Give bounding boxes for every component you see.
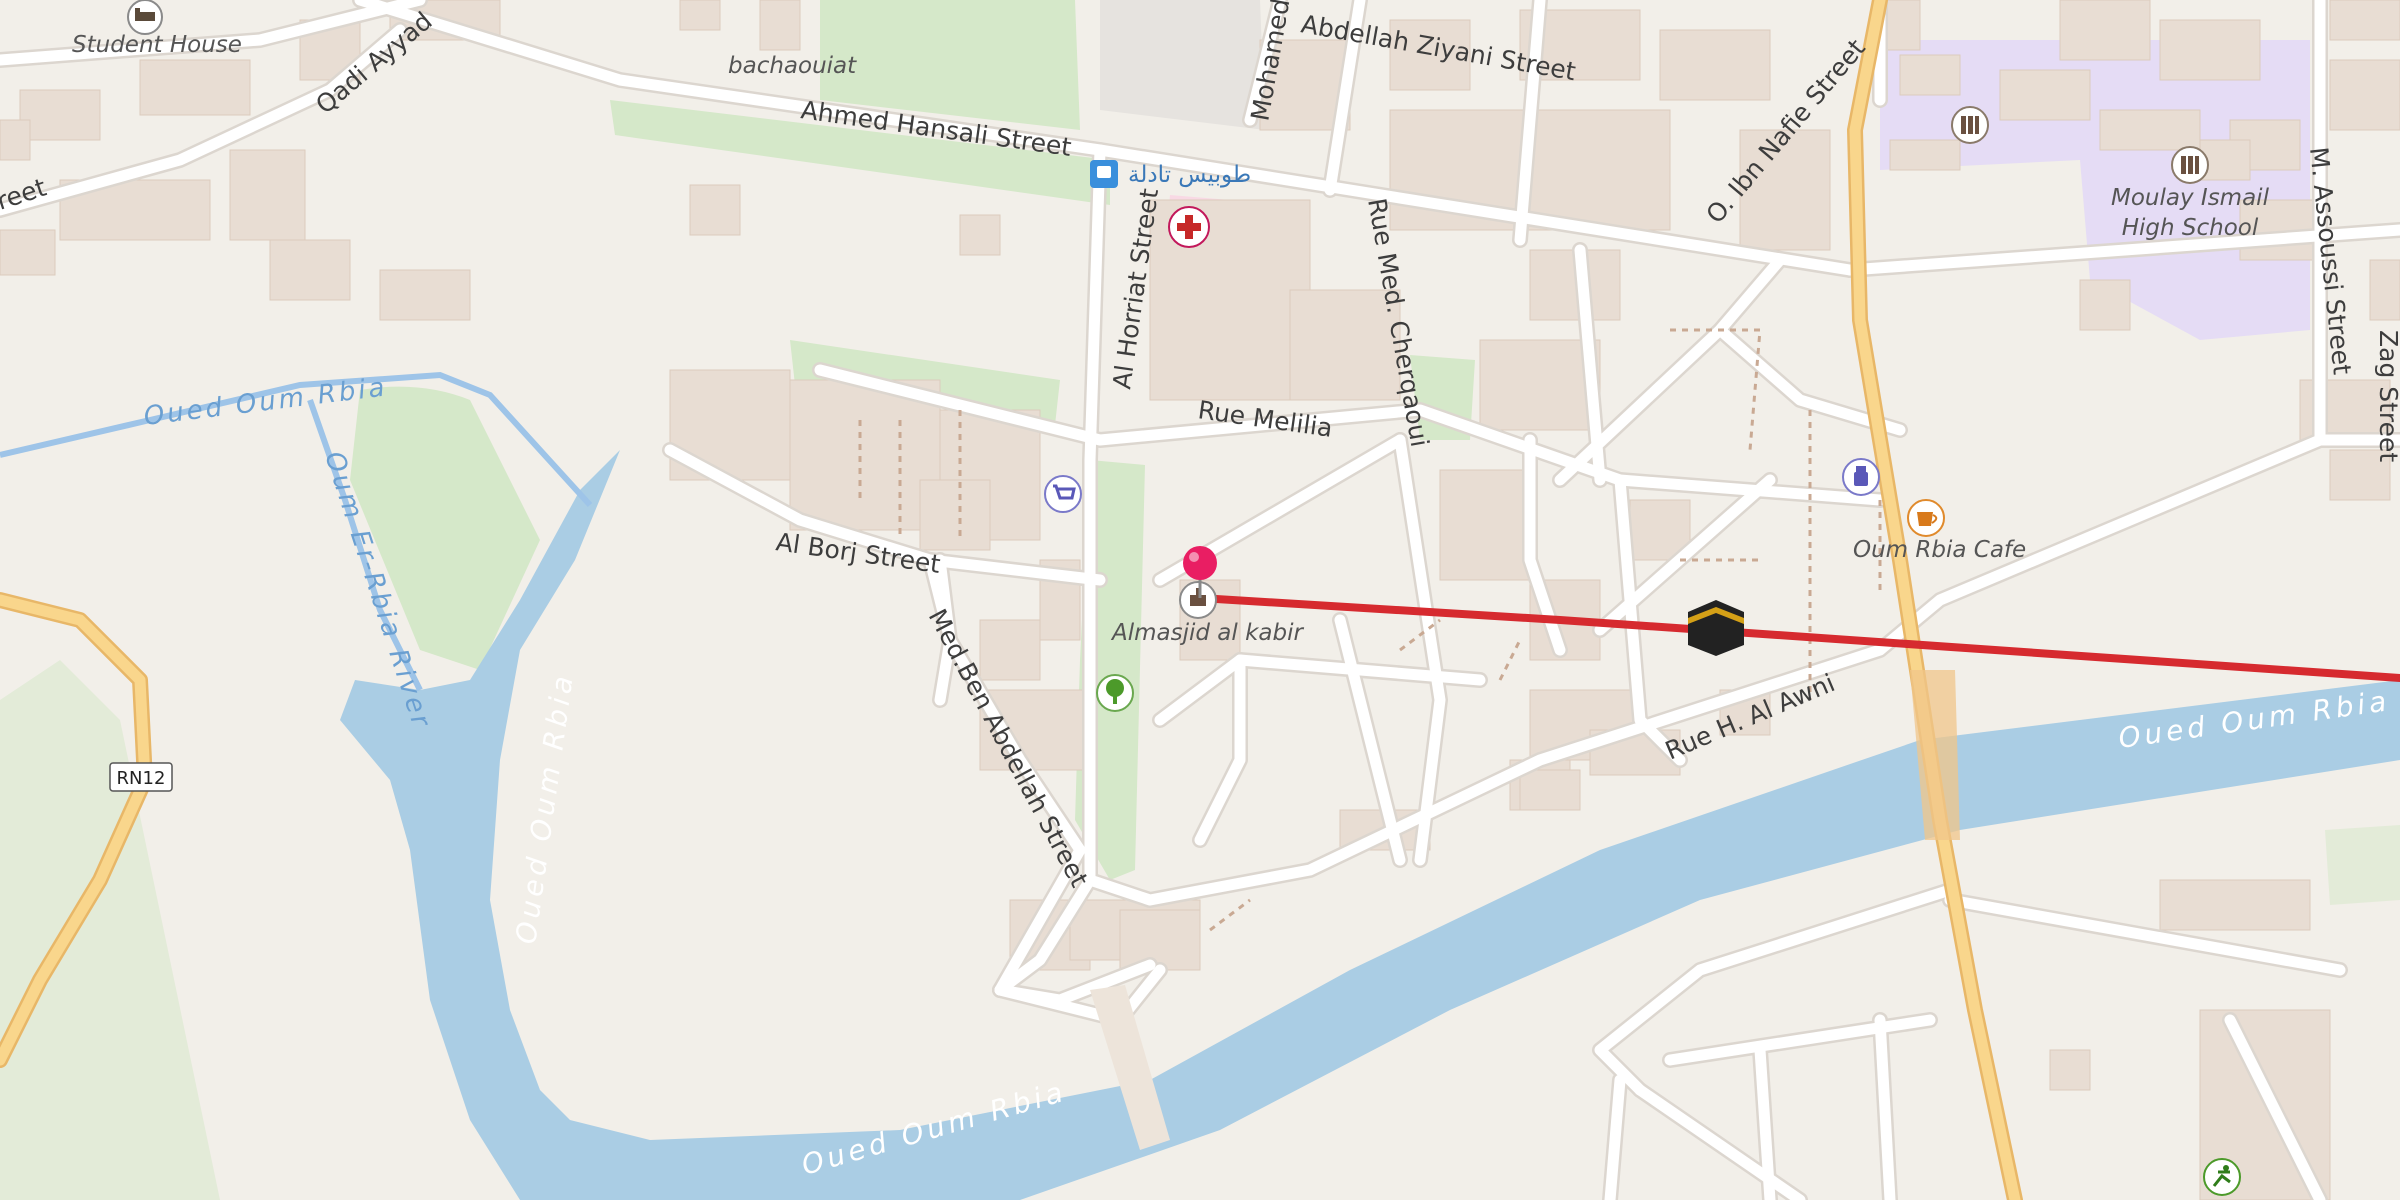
poi-label-student-house: Student House — [72, 32, 242, 58]
student-house-icon[interactable] — [127, 0, 163, 35]
school-icon-2[interactable] — [2171, 146, 2209, 184]
poi-label-oum-rbia-cafe: Oum Rbia Cafe — [1853, 537, 2026, 563]
bus-stop-icon[interactable] — [1090, 160, 1118, 188]
kaaba-icon[interactable] — [1688, 600, 1744, 656]
poi-label-bus-station: طوبيس تادلة — [1128, 162, 1251, 188]
map-canvas[interactable]: Ahmed Hansali Street Abdellah Ziyani Str… — [0, 0, 2400, 1200]
street-label-zag: Zag Street — [2374, 330, 2400, 462]
parking-area — [1100, 0, 1265, 130]
pharmacy-icon[interactable] — [1842, 458, 1880, 496]
poi-label-almasjid: Almasjid al kabir — [1110, 620, 1304, 646]
sports-icon[interactable] — [2203, 1158, 2241, 1196]
tree-icon[interactable] — [1096, 674, 1134, 712]
hospital-icon[interactable] — [1168, 206, 1210, 248]
school-icon-1[interactable] — [1951, 106, 1989, 144]
mosque-icon[interactable] — [1179, 581, 1217, 619]
supermarket-icon[interactable] — [1044, 475, 1082, 513]
poi-label-moulay-ismail-1: Moulay Ismail — [2111, 185, 2270, 211]
poi-label-moulay-ismail-2: High School — [2122, 215, 2259, 241]
cafe-icon[interactable] — [1907, 499, 1945, 537]
green-right — [2325, 825, 2400, 905]
road-shield-rn12: RN12 — [109, 762, 173, 792]
poi-label-bachaouiat: bachaouiat — [728, 53, 857, 79]
svg-text:RN12: RN12 — [117, 768, 166, 789]
